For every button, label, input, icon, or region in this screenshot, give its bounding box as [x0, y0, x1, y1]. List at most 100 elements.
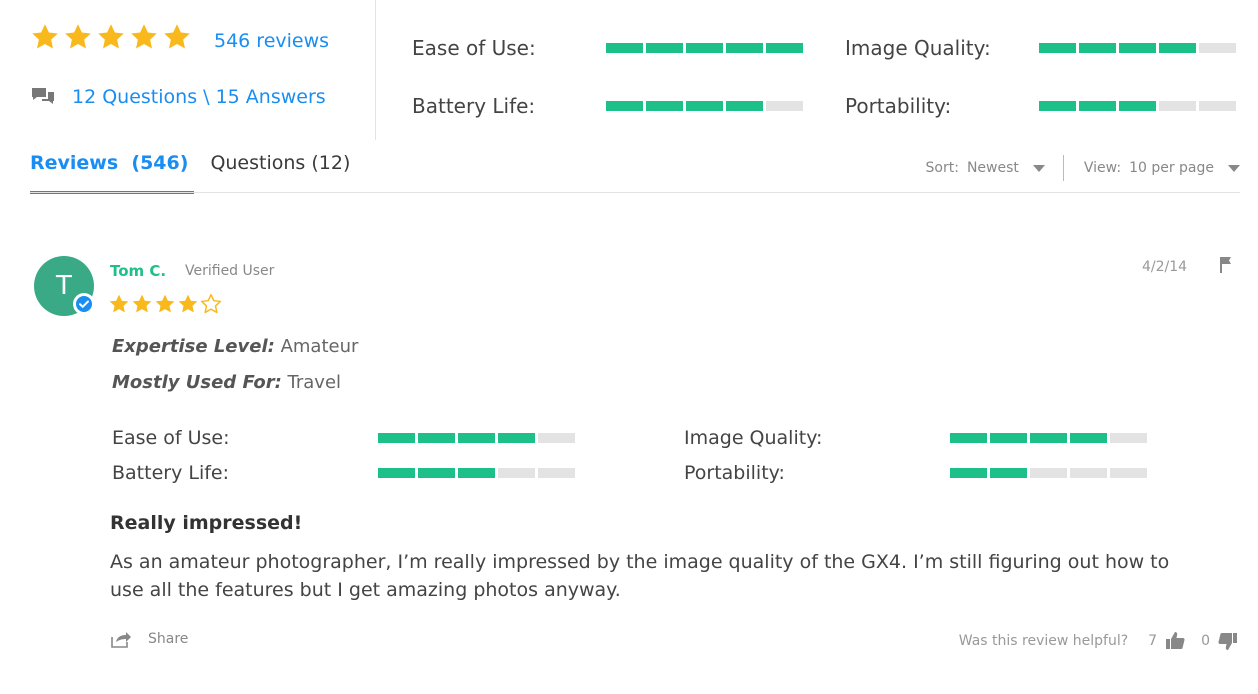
rating-bar [950, 433, 1147, 443]
view-dropdown[interactable]: View: 10 per page [1084, 160, 1240, 176]
expertise-level-value: Amateur [280, 336, 359, 357]
sort-label: Sort: [925, 160, 959, 176]
rating-segment [538, 468, 575, 478]
review-rating-image-quality: Image Quality: [684, 427, 1204, 449]
rating-segment [1199, 101, 1236, 111]
summary-rating-portability: Portability: [845, 94, 1245, 118]
rating-segment [1030, 433, 1067, 443]
review-author[interactable]: Tom C. [110, 262, 166, 280]
rating-label: Battery Life: [112, 462, 230, 484]
share-icon [110, 630, 132, 648]
review-rating-battery-life: Battery Life: [112, 462, 632, 484]
mostly-used-for-value: Travel [287, 372, 342, 393]
rating-segment [766, 43, 803, 53]
list-controls: Sort: Newest View: 10 per page [926, 155, 1240, 181]
rating-segment [458, 433, 495, 443]
rating-bar [378, 433, 575, 443]
rating-label: Battery Life: [412, 94, 536, 118]
rating-summary: 546 reviews 12 Questions \ 15 Answers [0, 0, 376, 140]
helpful-no-count: 0 [1201, 633, 1210, 649]
review-date: 4/2/14 [1142, 259, 1188, 275]
rating-segment [686, 43, 723, 53]
helpful-yes-count: 7 [1148, 633, 1158, 649]
thumbs-up-icon[interactable] [1165, 631, 1185, 651]
checkmark-badge-icon [73, 293, 95, 315]
rating-segment [950, 468, 987, 478]
review-tabs: Reviews (546) Questions (12) [30, 150, 366, 194]
share-label: Share [148, 631, 189, 647]
reviews-count-link[interactable]: 546 reviews [214, 30, 329, 52]
star-icon [129, 22, 159, 52]
overall-rating-stars [30, 22, 195, 52]
rating-label: Portability: [684, 462, 785, 484]
rating-label: Portability: [845, 94, 952, 118]
star-icon [177, 293, 199, 315]
rating-segment [990, 468, 1027, 478]
review-body: As an amateur photographer, I’m really i… [110, 551, 1170, 601]
rating-bar [378, 468, 575, 478]
rating-bar [606, 101, 803, 111]
tabs-divider [30, 192, 1240, 193]
rating-segment [1070, 433, 1107, 443]
helpful-question: Was this review helpful? [958, 633, 1129, 649]
star-icon [30, 22, 60, 52]
tab-reviews-label: Reviews [30, 152, 119, 174]
tab-reviews[interactable]: Reviews (546) [30, 150, 195, 194]
rating-segment [950, 433, 987, 443]
thumbs-down-icon[interactable] [1218, 631, 1238, 651]
speech-bubbles-icon [30, 86, 56, 108]
rating-segment [1079, 101, 1116, 111]
rating-segment [1039, 101, 1076, 111]
summary-rating-ease-of-use: Ease of Use: [412, 36, 812, 60]
review-title: Really impressed! [110, 512, 303, 534]
rating-segment [766, 101, 803, 111]
tab-questions[interactable]: Questions (12) [210, 150, 350, 194]
rating-segment [646, 101, 683, 111]
controls-divider [1062, 155, 1064, 181]
questions-answers-link[interactable]: 12 Questions \ 15 Answers [72, 86, 326, 108]
rating-segment [378, 433, 415, 443]
share-button[interactable]: Share [110, 630, 188, 648]
star-outline-icon [200, 293, 222, 315]
flag-icon[interactable] [1217, 256, 1233, 274]
rating-segment [606, 43, 643, 53]
sort-dropdown[interactable]: Sort: Newest [926, 160, 1045, 176]
rating-segment [1070, 468, 1107, 478]
rating-label: Image Quality: [684, 427, 823, 449]
rating-segment [418, 468, 455, 478]
sort-value: Newest [966, 160, 1019, 176]
view-label: View: [1083, 160, 1122, 176]
review-rating-stars [108, 293, 223, 315]
mostly-used-for: Mostly Used For: Travel [112, 372, 341, 393]
chevron-down-icon [1032, 164, 1045, 172]
rating-segment [1199, 43, 1236, 53]
review-rating-ease-of-use: Ease of Use: [112, 427, 632, 449]
rating-segment [606, 101, 643, 111]
rating-segment [1119, 101, 1156, 111]
rating-segment [1159, 101, 1196, 111]
rating-segment [1030, 468, 1067, 478]
questions-answers-row: 12 Questions \ 15 Answers [30, 86, 326, 108]
chevron-down-icon [1228, 164, 1240, 172]
verified-user-label: Verified User [185, 263, 275, 279]
expertise-level: Expertise Level: Amateur [112, 336, 358, 357]
rating-segment [726, 101, 763, 111]
helpful-votes: Was this review helpful? 7 0 [959, 631, 1238, 651]
summary-rating-battery-life: Battery Life: [412, 94, 812, 118]
star-icon [96, 22, 126, 52]
star-icon [63, 22, 93, 52]
rating-segment [646, 43, 683, 53]
rating-label: Ease of Use: [412, 36, 536, 60]
rating-bar [1039, 101, 1236, 111]
mostly-used-for-key: Mostly Used For: [112, 372, 282, 393]
rating-segment [458, 468, 495, 478]
rating-segment [418, 433, 455, 443]
rating-segment [538, 433, 575, 443]
rating-segment [378, 468, 415, 478]
tab-reviews-count: (546) [131, 152, 189, 174]
rating-segment [1119, 43, 1156, 53]
rating-segment [498, 433, 535, 443]
star-icon [154, 293, 176, 315]
rating-segment [1110, 433, 1147, 443]
rating-segment [1159, 43, 1196, 53]
